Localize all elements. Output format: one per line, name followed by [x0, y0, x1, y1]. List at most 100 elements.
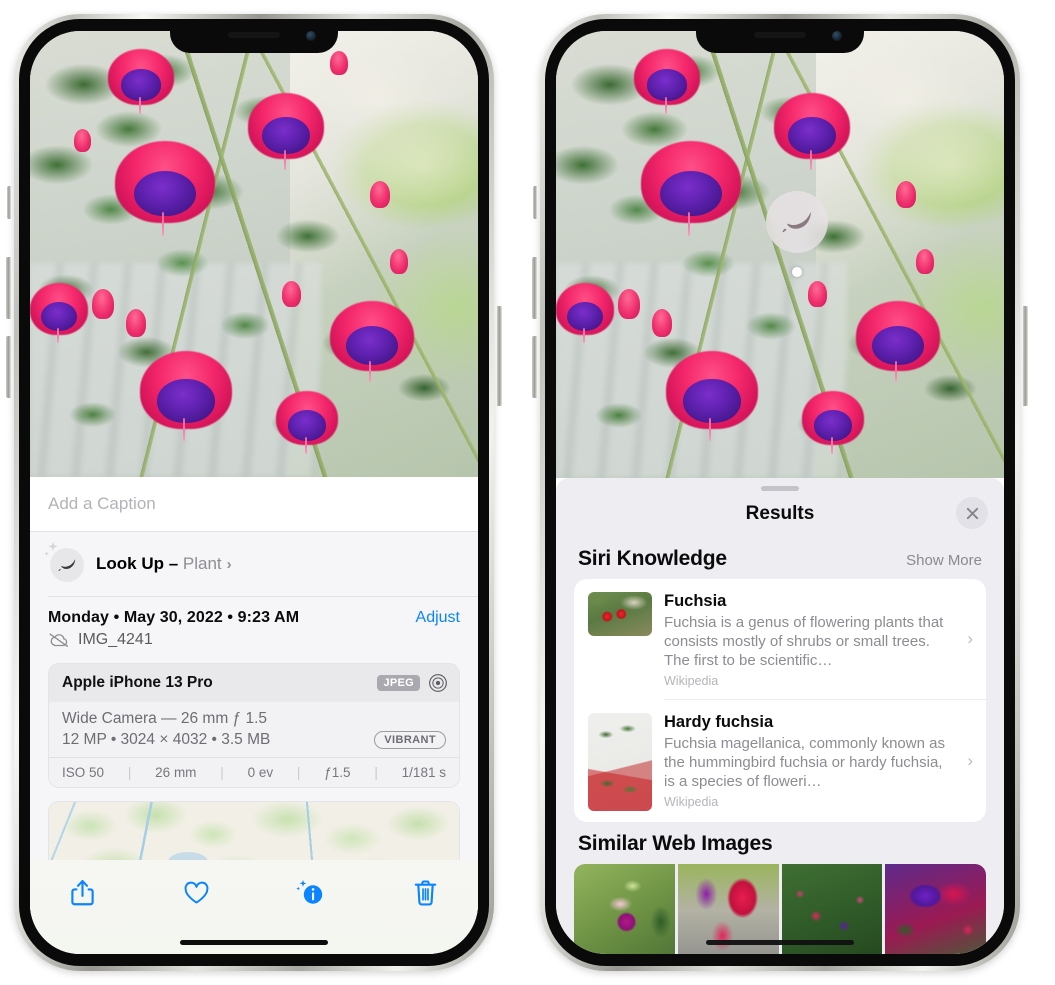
knowledge-description: Fuchsia magellanica, commonly known as t…: [664, 735, 945, 791]
camera-card-header: Apple iPhone 13 Pro JPEG: [49, 664, 459, 702]
earpiece-speaker: [754, 32, 806, 38]
results-title: Results: [745, 503, 815, 524]
camera-specs-row: 12 MP • 3024 × 4032 • 3.5 MB VIBRANT: [62, 731, 446, 749]
section-title: Similar Web Images: [578, 832, 773, 856]
phone-bezel-left: Add a Caption Look Up – Plant › Monday •…: [19, 19, 489, 966]
flower-bud: [652, 309, 672, 337]
exif-row: ISO 50 | 26 mm | 0 ev | ƒ1.5 | 1/181 s: [49, 757, 459, 787]
knowledge-thumbnail: [588, 713, 652, 812]
exif-ev: 0 ev: [247, 765, 274, 780]
look-up-row[interactable]: Look Up – Plant ›: [30, 532, 478, 596]
heart-icon: [184, 881, 209, 904]
flower-blossom: [666, 351, 758, 442]
exif-separator: |: [220, 765, 224, 780]
flower-blossom: [108, 49, 174, 114]
web-image-thumbnail[interactable]: [574, 864, 675, 954]
look-up-icon-wrap: [44, 541, 86, 584]
flower-blossom: [774, 93, 850, 170]
home-indicator[interactable]: [706, 940, 854, 945]
exif-separator: |: [374, 765, 378, 780]
flower-bud: [282, 281, 301, 307]
earpiece-speaker: [228, 32, 280, 38]
power-button[interactable]: [497, 306, 502, 406]
exif-focal: 26 mm: [155, 765, 197, 780]
knowledge-item[interactable]: Hardy fuchsia Fuchsia magellanica, commo…: [574, 700, 986, 822]
chevron-right-icon: ›: [967, 629, 973, 649]
phone-right: Results Siri Knowledge Show More Fuchsia…: [532, 14, 1028, 971]
knowledge-body: Fuchsia Fuchsia is a genus of flowering …: [652, 592, 972, 688]
siri-knowledge-header: Siri Knowledge Show More: [556, 537, 1004, 579]
power-button[interactable]: [1023, 306, 1028, 406]
flower-bud: [618, 289, 640, 319]
favorite-button[interactable]: [175, 874, 219, 912]
flower-blossom: [248, 93, 324, 170]
exif-separator: |: [127, 765, 132, 780]
knowledge-title: Fuchsia: [664, 592, 727, 610]
phone-left: Add a Caption Look Up – Plant › Monday •…: [6, 14, 502, 971]
info-button[interactable]: [289, 874, 333, 912]
device-notch: [696, 19, 864, 53]
close-button[interactable]: [956, 497, 988, 529]
date-row: Monday • May 30, 2022 • 9:23 AM Adjust: [30, 597, 478, 631]
delete-button[interactable]: [404, 874, 448, 912]
knowledge-body: Hardy fuchsia Fuchsia magellanica, commo…: [652, 713, 972, 809]
knowledge-title: Hardy fuchsia: [664, 713, 774, 732]
flower-bud: [74, 129, 91, 152]
caption-placeholder: Add a Caption: [48, 494, 156, 513]
photo-date: Monday • May 30, 2022 • 9:23 AM: [48, 609, 300, 626]
info-sparkle-icon: [296, 880, 323, 904]
front-camera: [306, 31, 316, 41]
silent-switch[interactable]: [533, 186, 537, 219]
flower-blossom: [140, 351, 232, 442]
caption-input[interactable]: Add a Caption: [30, 477, 478, 531]
home-indicator[interactable]: [180, 940, 328, 945]
adjust-button[interactable]: Adjust: [416, 609, 460, 627]
photo-viewer[interactable]: [556, 31, 1004, 478]
knowledge-source: Wikipedia: [664, 674, 719, 689]
front-camera: [832, 31, 842, 41]
flower-blossom: [30, 283, 88, 344]
camera-header-right: JPEG: [377, 673, 448, 693]
flower-blossom: [330, 301, 414, 383]
flower-bud: [370, 181, 390, 208]
flower-blossom: [556, 283, 614, 344]
silent-switch[interactable]: [7, 186, 11, 219]
share-button[interactable]: [60, 874, 104, 912]
exif-shutter: 1/181 s: [401, 765, 446, 780]
screen-right: Results Siri Knowledge Show More Fuchsia…: [556, 31, 1004, 954]
photo-viewer[interactable]: [30, 31, 478, 477]
image-specs: 12 MP • 3024 × 4032 • 3.5 MB: [62, 731, 271, 748]
flower-blossom: [641, 141, 741, 237]
flower-blossom: [276, 391, 338, 454]
camera-info-card: Apple iPhone 13 Pro JPEG Wide Camera — 2…: [48, 663, 460, 788]
chevron-right-icon: ›: [967, 751, 973, 771]
camera-card-body: Wide Camera — 26 mm ƒ 1.5 12 MP • 3024 ×…: [49, 702, 459, 757]
volume-down-button[interactable]: [6, 336, 11, 398]
knowledge-item[interactable]: Fuchsia Fuchsia is a genus of flowering …: [574, 579, 986, 699]
exif-iso: ISO 50: [62, 765, 105, 780]
show-more-button[interactable]: Show More: [906, 552, 982, 569]
knowledge-thumbnail: [588, 592, 652, 636]
volume-up-button[interactable]: [532, 257, 537, 319]
chevron-right-icon: ›: [226, 556, 232, 573]
web-image-thumbnail[interactable]: [885, 864, 986, 954]
volume-down-button[interactable]: [532, 336, 537, 398]
knowledge-description: Fuchsia is a genus of flowering plants t…: [664, 614, 944, 670]
similar-web-images-header: Similar Web Images: [556, 822, 1004, 864]
file-name: IMG_4241: [78, 631, 153, 648]
visual-lookup-leaf-badge[interactable]: [766, 191, 828, 253]
flower-bud: [92, 289, 114, 319]
knowledge-source: Wikipedia: [664, 795, 719, 810]
share-icon: [70, 880, 94, 906]
format-chip: JPEG: [377, 675, 420, 691]
exif-aperture: ƒ1.5: [324, 765, 351, 780]
volume-up-button[interactable]: [6, 257, 11, 319]
aperture-icon: [429, 674, 447, 692]
camera-model: Apple iPhone 13 Pro: [62, 674, 213, 691]
flower-bud: [126, 309, 146, 337]
device-notch: [170, 19, 338, 53]
flower-bud: [916, 249, 934, 274]
flower-bud: [330, 51, 348, 75]
phone-bezel-right: Results Siri Knowledge Show More Fuchsia…: [545, 19, 1015, 966]
sparkles-icon: [44, 541, 58, 557]
